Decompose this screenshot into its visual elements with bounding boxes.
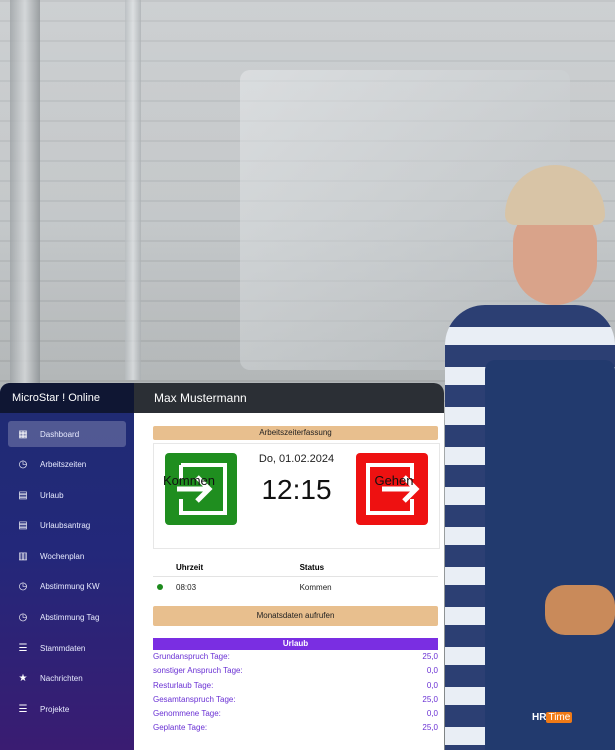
list-item: Grundanspruch Tage: 25,0 xyxy=(153,652,438,666)
vacation-label: Geplante Tage: xyxy=(153,723,208,733)
worker-beanie xyxy=(505,165,605,225)
main-panel: Max Mustermann Arbeitszeiterfassung Do, … xyxy=(134,383,444,750)
vacation-value: 0,0 xyxy=(426,666,438,676)
app-window: MicroStar ! Online ▦ Dashboard ◷ Arbeitsze… xyxy=(0,383,444,750)
list-item: sonstiger Anspruch Tage: 0,0 xyxy=(153,666,438,680)
logo-suffix: Time xyxy=(546,712,573,723)
vacation-value: 0,0 xyxy=(426,680,438,690)
sidebar-item-abstimmung-kw[interactable]: ◷ Abstimmung KW xyxy=(8,574,126,600)
table-header-row: Uhrzeit Status xyxy=(153,558,438,577)
sidebar-item-label: Nachrichten xyxy=(40,674,83,684)
time-log-table: Uhrzeit Status 08:03 Kommen xyxy=(153,558,438,597)
list-item: Geplante Tage: 25,0 xyxy=(153,723,438,737)
list-icon: ☰ xyxy=(18,642,28,654)
sidebar-item-label: Arbeitszeiten xyxy=(40,460,87,470)
grid-icon: ▦ xyxy=(18,428,28,440)
table-cell xyxy=(153,577,172,598)
calendar-icon: ▥ xyxy=(18,550,28,562)
sidebar-item-label: Urlaubsantrag xyxy=(40,521,91,531)
sidebar-item-urlaub[interactable]: ▤ Urlaub xyxy=(8,482,126,508)
vacation-value: 25,0 xyxy=(422,652,438,661)
clock-icon: ◷ xyxy=(18,612,28,624)
vacation-label: Gesamtanspruch Tage: xyxy=(153,694,236,704)
sidebar-item-label: Urlaub xyxy=(40,490,64,500)
vacation-label: Grundanspruch Tage: xyxy=(153,652,230,661)
table-header: Uhrzeit xyxy=(172,558,296,577)
user-name-header: Max Mustermann xyxy=(134,383,444,413)
hrtime-logo: HR Time xyxy=(532,712,573,723)
table-cell: 08:03 xyxy=(176,582,197,592)
vacation-label: Genommene Tage: xyxy=(153,709,221,719)
list-item: Genommene Tage: 0,0 xyxy=(153,709,438,723)
list-item: Resturlaub Tage: 0,0 xyxy=(153,681,438,695)
month-data-button[interactable]: Monatsdaten aufrufen xyxy=(153,606,438,626)
status-dot-icon xyxy=(157,583,163,590)
sidebar-item-label: Abstimmung Tag xyxy=(40,613,100,623)
sidebar-item-abstimmung-tag[interactable]: ◷ Abstimmung Tag xyxy=(8,605,126,631)
clock-in-label: Kommen xyxy=(162,473,216,488)
sidebar-nav: ▦ Dashboard ◷ Arbeitszeiten ▤ Urlaub ▤ Urlau… xyxy=(0,413,134,722)
calendar-icon: ▤ xyxy=(18,520,28,532)
table-row: 08:03 Kommen xyxy=(153,577,438,598)
sidebar-item-stammdaten[interactable]: ☰ Stammdaten xyxy=(8,635,126,661)
sidebar-item-label: Abstimmung KW xyxy=(40,582,100,592)
logo-prefix: HR xyxy=(532,712,547,723)
background-pipe xyxy=(125,0,141,380)
vacation-list: Grundanspruch Tage: 25,0 sonstiger Anspru… xyxy=(153,652,438,738)
sidebar-item-label: Stammdaten xyxy=(40,643,86,653)
list-icon: ☰ xyxy=(18,703,28,715)
clock-icon: ◷ xyxy=(18,581,28,593)
clock-out-label: Gehen xyxy=(374,473,414,488)
table-header: Status xyxy=(295,558,438,577)
timeclock-section-header: Arbeitszeiterfassung xyxy=(153,426,438,440)
star-icon: ★ xyxy=(18,673,28,685)
background-pipe xyxy=(10,0,40,420)
clock-out-button[interactable] xyxy=(356,453,428,525)
sidebar: MicroStar ! Online ▦ Dashboard ◷ Arbeitsze… xyxy=(0,383,134,750)
table-header xyxy=(153,558,172,577)
sidebar-item-nachrichten[interactable]: ★ Nachrichten xyxy=(8,666,126,692)
calendar-icon: ▤ xyxy=(18,489,28,501)
sidebar-item-label: Wochenplan xyxy=(40,551,85,561)
list-item: Gesamtanspruch Tage: 25,0 xyxy=(153,695,438,709)
sidebar-item-projekte[interactable]: ☰ Projekte xyxy=(8,696,126,722)
vacation-label: Resturlaub Tage: xyxy=(153,680,214,690)
section-title: Arbeitszeiterfassung xyxy=(153,426,438,440)
worker-overall xyxy=(485,360,615,750)
vacation-value: 25,0 xyxy=(422,694,438,704)
worker-figure xyxy=(445,165,615,750)
sidebar-item-urlaubsantrag[interactable]: ▤ Urlaubsantrag xyxy=(8,513,126,539)
vacation-label: sonstiger Anspruch Tage: xyxy=(153,666,243,676)
sidebar-item-wochenplan[interactable]: ▥ Wochenplan xyxy=(8,543,126,569)
sidebar-item-label: Projekte xyxy=(40,704,70,714)
sidebar-item-label: Dashboard xyxy=(40,429,80,439)
timeclock-card: Do, 01.02.2024 12:15 xyxy=(153,443,440,549)
vacation-value: 0,0 xyxy=(426,709,438,719)
worker-glove xyxy=(545,585,615,635)
table-cell: Kommen xyxy=(299,582,332,592)
app-title: MicroStar ! Online xyxy=(0,383,134,413)
vacation-title: Urlaub xyxy=(153,638,438,650)
exit-icon xyxy=(366,463,420,515)
vacation-value: 25,0 xyxy=(422,723,438,733)
sidebar-item-arbeitszeiten[interactable]: ◷ Arbeitszeiten xyxy=(8,452,126,478)
sidebar-item-dashboard[interactable]: ▦ Dashboard xyxy=(8,421,126,447)
clock-icon: ◷ xyxy=(18,459,28,471)
